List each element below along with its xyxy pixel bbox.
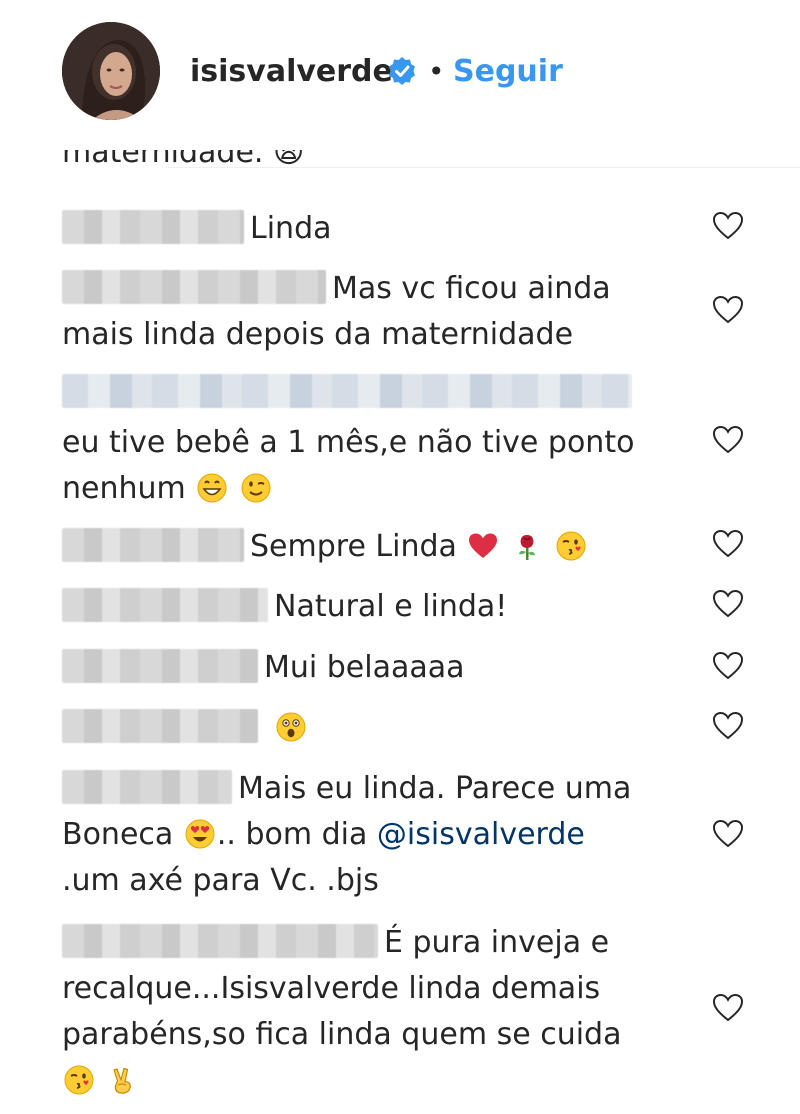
blurred-username bbox=[62, 649, 258, 683]
winking-face-emoji bbox=[241, 473, 271, 503]
like-heart-icon[interactable] bbox=[712, 588, 744, 620]
comment: Mui belaaaaa bbox=[62, 645, 692, 691]
blurred-username bbox=[62, 270, 326, 304]
grinning-face-emoji bbox=[197, 473, 227, 503]
blurred-username bbox=[62, 528, 244, 562]
comment-text-continued: .um axé para Vc. .bjs bbox=[62, 863, 379, 898]
comment-text: Mais eu linda. Parece uma bbox=[238, 771, 632, 806]
comment-text-continued: mais linda depois da maternidade bbox=[62, 317, 574, 352]
mention-link[interactable]: @isisvalverde bbox=[377, 817, 585, 852]
blurred-username bbox=[62, 709, 258, 743]
rose-emoji bbox=[519, 535, 536, 560]
face-blowing-kiss-emoji bbox=[64, 1065, 94, 1095]
comment-text-continued: Boneca bbox=[62, 817, 174, 852]
like-heart-icon[interactable] bbox=[712, 528, 744, 560]
comment-text-continued: recalque...Isisvalverde linda demais bbox=[62, 971, 601, 1006]
blurred-username bbox=[62, 588, 268, 622]
victory-hand-emoji bbox=[112, 1067, 131, 1094]
comment-text: Natural e linda! bbox=[274, 589, 508, 624]
like-heart-icon[interactable] bbox=[712, 424, 744, 456]
comment-text-continued: nenhum bbox=[62, 471, 186, 506]
comment: É pura inveja e recalque...Isisvalverde … bbox=[62, 920, 692, 1104]
like-heart-icon[interactable] bbox=[712, 992, 744, 1024]
heart-eyes-face-emoji bbox=[185, 819, 215, 849]
comment-text: Linda bbox=[250, 211, 332, 246]
profile-avatar[interactable] bbox=[62, 22, 160, 120]
blurred-username bbox=[62, 374, 632, 408]
comment: Natural e linda! bbox=[62, 584, 692, 630]
comment-text: Sempre Linda bbox=[250, 529, 457, 564]
comment: Mas vc ficou ainda mais linda depois da … bbox=[62, 266, 692, 358]
comment: Sempre Linda bbox=[62, 524, 692, 570]
like-heart-icon[interactable] bbox=[712, 710, 744, 742]
red-heart-emoji bbox=[469, 533, 498, 558]
like-heart-icon[interactable] bbox=[712, 294, 744, 326]
astonished-face-emoji bbox=[276, 712, 306, 742]
comment: eu tive bebê a 1 mês,e não tive ponto ne… bbox=[62, 370, 692, 512]
like-heart-icon[interactable] bbox=[712, 210, 744, 242]
comment-text: eu tive bebê a 1 mês,e não tive ponto bbox=[62, 425, 635, 460]
comment: Mais eu linda. Parece uma Boneca .. bom … bbox=[62, 770, 632, 898]
post-header: isisvalverde • Seguir bbox=[0, 0, 800, 150]
follow-button[interactable]: Seguir bbox=[453, 52, 563, 92]
like-heart-icon[interactable] bbox=[712, 650, 744, 682]
comment-text-continued: parabéns,so fica linda quem se cuida bbox=[62, 1017, 622, 1052]
comment bbox=[62, 705, 692, 751]
blurred-username bbox=[62, 770, 232, 804]
comment-text: Mui belaaaaa bbox=[264, 650, 465, 685]
verified-badge-icon bbox=[389, 57, 415, 85]
like-heart-icon[interactable] bbox=[712, 818, 744, 850]
blurred-username bbox=[62, 210, 244, 244]
username[interactable]: isisvalverde bbox=[190, 52, 393, 92]
separator-dot: • bbox=[428, 55, 445, 88]
comment-text: Mas vc ficou ainda bbox=[332, 271, 611, 306]
comment-text: É pura inveja e bbox=[384, 925, 610, 960]
blurred-username bbox=[62, 924, 378, 958]
face-blowing-kiss-emoji bbox=[556, 531, 586, 561]
cut-off-comment-line: maternidade. 😩 bbox=[62, 150, 305, 170]
comment: Linda bbox=[62, 206, 692, 252]
